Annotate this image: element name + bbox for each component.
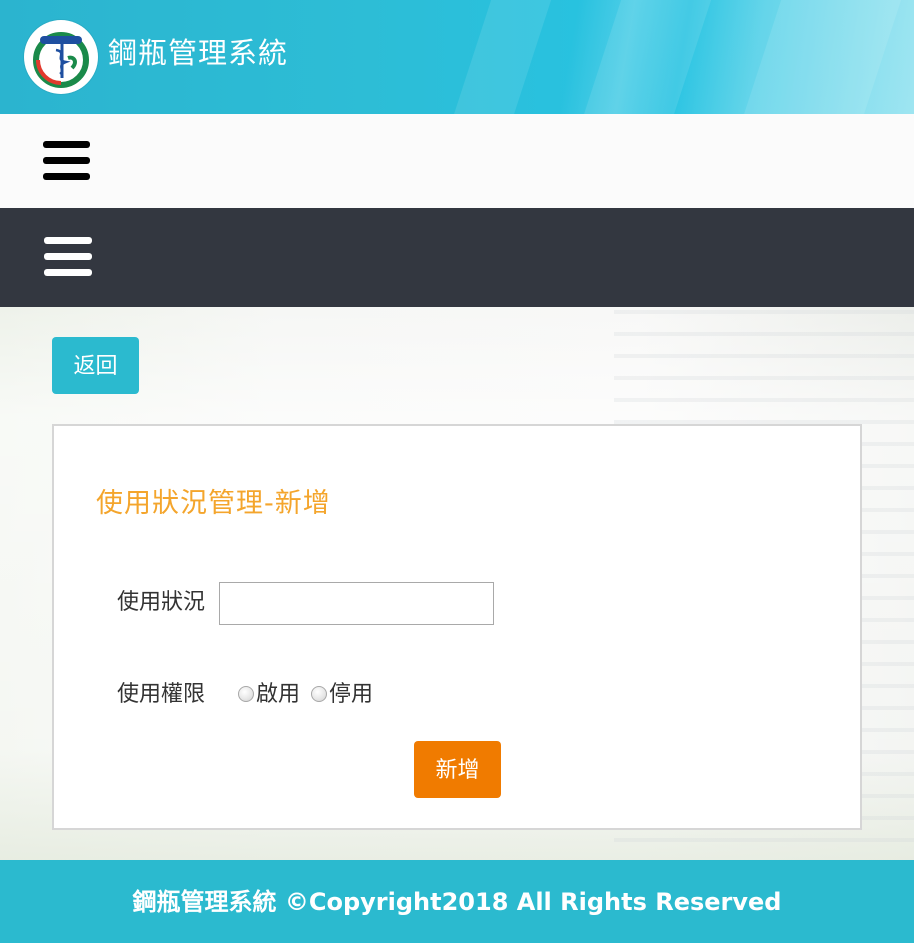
- permission-label: 使用權限: [117, 682, 206, 707]
- top-toolbar: [0, 114, 914, 208]
- permission-disable-label[interactable]: 停用: [329, 679, 373, 711]
- hamburger-icon[interactable]: [43, 141, 90, 181]
- permission-enable-label[interactable]: 啟用: [256, 679, 300, 711]
- header-decoration: [442, 0, 558, 114]
- sidebar-toggle-hamburger-icon[interactable]: [44, 237, 92, 277]
- header-decoration: [732, 0, 908, 114]
- status-input[interactable]: [219, 582, 494, 625]
- site-title: 鋼瓶管理系統: [108, 36, 289, 70]
- site-footer: 鋼瓶管理系統 ©Copyright2018 All Rights Reserve…: [0, 860, 914, 943]
- site-header: 鋼瓶管理系統: [0, 0, 914, 114]
- form-title: 使用狀況管理-新增: [96, 488, 331, 519]
- status-label: 使用狀況: [117, 590, 206, 615]
- form-panel: 使用狀況管理-新增 使用狀況 使用權限 啟用 停用 新增: [52, 424, 862, 830]
- permission-enable-radio[interactable]: [238, 686, 254, 702]
- permission-disable-radio[interactable]: [311, 686, 327, 702]
- back-button[interactable]: 返回: [52, 337, 139, 394]
- copyright-text: 鋼瓶管理系統 ©Copyright2018 All Rights Reserve…: [132, 888, 782, 916]
- nav-bar: [0, 208, 914, 307]
- header-decoration: [572, 0, 718, 114]
- add-button[interactable]: 新增: [414, 741, 501, 798]
- hospital-logo: [24, 20, 98, 94]
